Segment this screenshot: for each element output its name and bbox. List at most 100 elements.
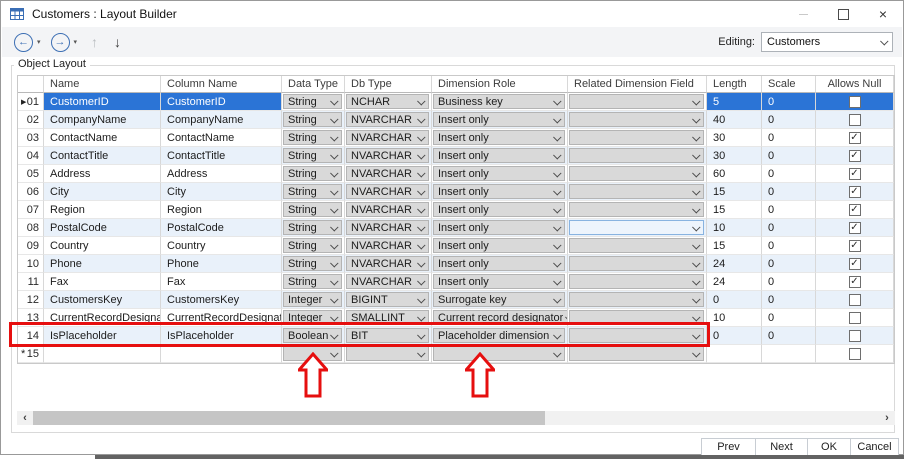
allows-null-checkbox[interactable]	[849, 96, 861, 108]
column-name-cell[interactable]: CurrentRecordDesignator	[161, 309, 282, 327]
name-cell[interactable]: CompanyName	[44, 111, 161, 129]
ok-button[interactable]: OK	[807, 438, 851, 456]
allows-null-checkbox[interactable]	[849, 114, 861, 126]
cancel-button[interactable]: Cancel	[850, 438, 899, 456]
name-cell[interactable]	[44, 345, 161, 363]
row-selector[interactable]: 14	[18, 327, 44, 345]
name-cell[interactable]: ContactTitle	[44, 147, 161, 165]
dimension-role-dropdown[interactable]: Insert only	[433, 130, 565, 145]
related-dimension-field-dropdown[interactable]	[569, 184, 704, 199]
column-header-related-dimension-field[interactable]: Related Dimension Field	[568, 76, 707, 93]
grid-row-14[interactable]: 14IsPlaceholderIsPlaceholderBooleanBITPl…	[18, 327, 894, 345]
grid-row-13[interactable]: 13CurrentRecordDesignatorCurrentRecordDe…	[18, 309, 894, 327]
db-type-dropdown[interactable]: NVARCHAR	[346, 130, 429, 145]
related-dimension-field-dropdown[interactable]	[569, 166, 704, 181]
name-cell[interactable]: Country	[44, 237, 161, 255]
scrollbar-thumb[interactable]	[33, 411, 545, 425]
name-cell[interactable]: Fax	[44, 273, 161, 291]
data-type-dropdown[interactable]: String	[283, 94, 342, 109]
scale-cell[interactable]: 0	[762, 201, 816, 219]
row-selector[interactable]: 04	[18, 147, 44, 165]
allows-null-checkbox[interactable]: ✓	[849, 222, 861, 234]
column-header-data-type[interactable]: Data Type	[282, 76, 345, 93]
row-selector[interactable]: *15	[18, 345, 44, 363]
forward-dropdown-caret-icon[interactable]: ▾	[74, 38, 78, 46]
column-name-cell[interactable]: ContactName	[161, 129, 282, 147]
minimize-button[interactable]	[783, 1, 823, 27]
dimension-role-dropdown[interactable]: Surrogate key	[433, 292, 565, 307]
related-dimension-field-dropdown[interactable]	[569, 130, 704, 145]
allows-null-checkbox[interactable]: ✓	[849, 240, 861, 252]
column-header-dimension-role[interactable]: Dimension Role	[432, 76, 568, 93]
row-selector[interactable]: 02	[18, 111, 44, 129]
length-cell[interactable]: 15	[707, 183, 762, 201]
scale-cell[interactable]: 0	[762, 129, 816, 147]
next-button[interactable]: Next	[755, 438, 808, 456]
scale-cell[interactable]	[762, 345, 816, 363]
column-name-cell[interactable]: Phone	[161, 255, 282, 273]
db-type-dropdown[interactable]: BIGINT	[346, 292, 429, 307]
column-name-cell[interactable]: CustomerID	[161, 93, 282, 111]
db-type-dropdown[interactable]: NVARCHAR	[346, 184, 429, 199]
name-cell[interactable]: Phone	[44, 255, 161, 273]
related-dimension-field-dropdown[interactable]	[569, 238, 704, 253]
length-cell[interactable]	[707, 345, 762, 363]
related-dimension-field-dropdown[interactable]	[569, 274, 704, 289]
allows-null-checkbox[interactable]: ✓	[849, 258, 861, 270]
allows-null-checkbox[interactable]: ✓	[849, 186, 861, 198]
column-header-name[interactable]: Name	[44, 76, 161, 93]
scale-cell[interactable]: 0	[762, 219, 816, 237]
length-cell[interactable]: 15	[707, 237, 762, 255]
scale-cell[interactable]: 0	[762, 273, 816, 291]
column-header-db-type[interactable]: Db Type	[345, 76, 432, 93]
scroll-left-icon[interactable]: ‹	[17, 411, 33, 425]
allows-null-checkbox[interactable]	[849, 330, 861, 342]
scale-cell[interactable]: 0	[762, 255, 816, 273]
data-type-dropdown[interactable]: String	[283, 130, 342, 145]
back-dropdown-caret-icon[interactable]: ▾	[37, 38, 41, 46]
column-name-cell[interactable]: City	[161, 183, 282, 201]
column-name-cell[interactable]: Fax	[161, 273, 282, 291]
row-selector[interactable]: 13	[18, 309, 44, 327]
dimension-role-dropdown[interactable]: Insert only	[433, 166, 565, 181]
grid-row-01[interactable]: ▶01CustomerIDCustomerIDStringNCHARBusine…	[18, 93, 894, 111]
name-cell[interactable]: IsPlaceholder	[44, 327, 161, 345]
move-up-button[interactable]: ↑	[91, 34, 98, 50]
row-selector[interactable]: 08	[18, 219, 44, 237]
length-cell[interactable]: 10	[707, 219, 762, 237]
name-cell[interactable]: CustomerID	[44, 93, 161, 111]
row-selector[interactable]: 11	[18, 273, 44, 291]
db-type-dropdown[interactable]: NVARCHAR	[346, 220, 429, 235]
name-cell[interactable]: CustomersKey	[44, 291, 161, 309]
name-cell[interactable]: ContactName	[44, 129, 161, 147]
db-type-dropdown[interactable]: NVARCHAR	[346, 238, 429, 253]
dimension-role-dropdown[interactable]: Insert only	[433, 202, 565, 217]
forward-button[interactable]: →	[51, 33, 70, 52]
column-name-cell[interactable]	[161, 345, 282, 363]
grid-row-15[interactable]: *15	[18, 345, 894, 363]
related-dimension-field-dropdown[interactable]	[569, 94, 704, 109]
name-cell[interactable]: Region	[44, 201, 161, 219]
horizontal-scrollbar[interactable]: ‹ ›	[17, 411, 895, 425]
allows-null-checkbox[interactable]: ✓	[849, 150, 861, 162]
column-name-cell[interactable]: ContactTitle	[161, 147, 282, 165]
allows-null-checkbox[interactable]: ✓	[849, 276, 861, 288]
data-type-dropdown[interactable]: String	[283, 166, 342, 181]
data-type-dropdown[interactable]	[283, 346, 342, 361]
scale-cell[interactable]: 0	[762, 237, 816, 255]
data-type-dropdown[interactable]: String	[283, 238, 342, 253]
grid-row-08[interactable]: 08PostalCodePostalCodeStringNVARCHARInse…	[18, 219, 894, 237]
column-name-cell[interactable]: Region	[161, 201, 282, 219]
grid-row-07[interactable]: 07RegionRegionStringNVARCHARInsert only1…	[18, 201, 894, 219]
move-down-button[interactable]: ↓	[114, 34, 121, 50]
dimension-role-dropdown[interactable]: Insert only	[433, 184, 565, 199]
related-dimension-field-dropdown[interactable]	[569, 112, 704, 127]
length-cell[interactable]: 15	[707, 201, 762, 219]
grid-row-05[interactable]: 05AddressAddressStringNVARCHARInsert onl…	[18, 165, 894, 183]
related-dimension-field-dropdown[interactable]	[569, 256, 704, 271]
data-type-dropdown[interactable]: String	[283, 112, 342, 127]
data-type-dropdown[interactable]: String	[283, 148, 342, 163]
data-type-dropdown[interactable]: Boolean	[283, 328, 342, 343]
name-cell[interactable]: Address	[44, 165, 161, 183]
db-type-dropdown[interactable]: SMALLINT	[346, 310, 429, 325]
